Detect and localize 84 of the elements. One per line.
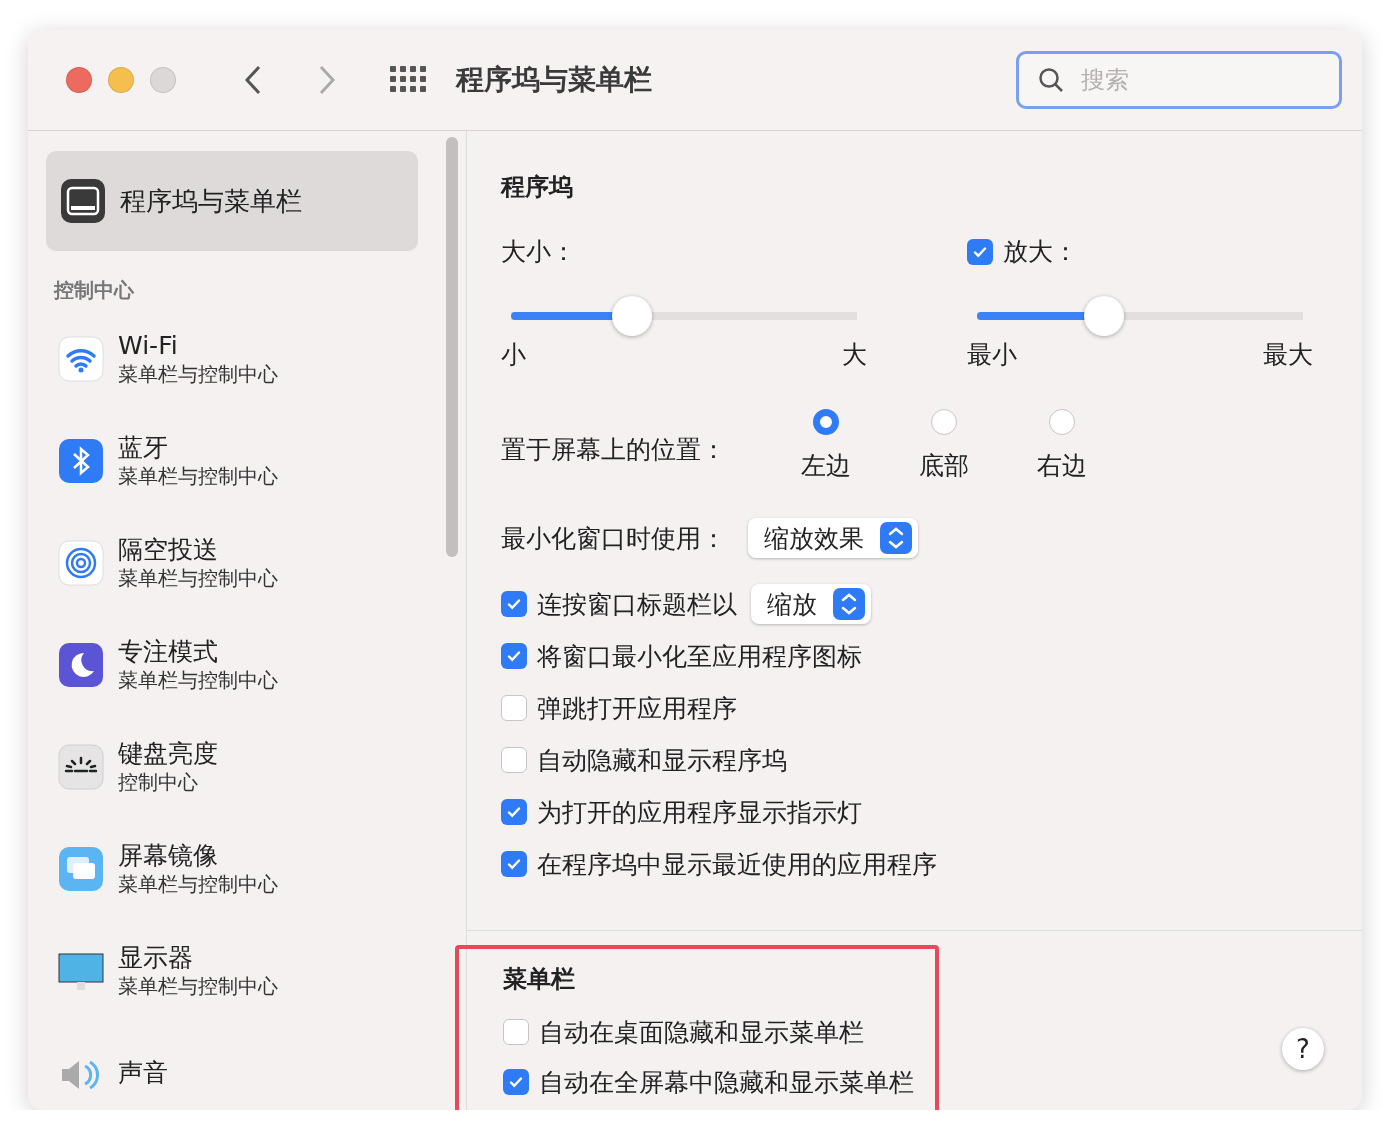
- item-subtitle: 控制中心: [118, 769, 199, 795]
- checkbox[interactable]: [501, 695, 527, 721]
- checkbox[interactable]: [501, 851, 527, 877]
- slider-thumb[interactable]: [612, 296, 653, 336]
- radio-label: 左边: [801, 450, 851, 482]
- checkbox[interactable]: [503, 1069, 529, 1095]
- item-title: 专注模式: [118, 637, 219, 667]
- min-label: 小: [501, 339, 526, 371]
- item-title: 显示器: [118, 943, 194, 973]
- sidebar-item[interactable]: 隔空投送 菜单栏与控制中心: [46, 512, 418, 614]
- checkbox-label: 连按窗口标题栏以: [537, 588, 737, 621]
- grid-icon[interactable]: [390, 66, 428, 94]
- radio-button[interactable]: [813, 409, 839, 435]
- sidebar-item[interactable]: Wi-Fi 菜单栏与控制中心: [46, 308, 418, 410]
- item-subtitle: 菜单栏与控制中心: [118, 463, 278, 489]
- checkbox-label: 为打开的应用程序显示指示灯: [537, 796, 862, 829]
- brightness-icon: [58, 744, 104, 790]
- checkbox-label: 放大：: [1003, 236, 1078, 268]
- checkbox[interactable]: [501, 591, 527, 617]
- section-title: 菜单栏: [503, 964, 576, 995]
- sidebar-item[interactable]: 显示器 菜单栏与控制中心: [46, 920, 418, 1022]
- moon-icon: [58, 642, 104, 688]
- sidebar-item[interactable]: 屏幕镜像 菜单栏与控制中心: [46, 818, 418, 920]
- item-subtitle: 菜单栏与控制中心: [118, 667, 278, 693]
- radio-label: 底部: [919, 450, 969, 482]
- stepper-icon: [880, 522, 912, 554]
- radio-button[interactable]: [931, 409, 957, 435]
- sidebar-item[interactable]: 专注模式 菜单栏与控制中心: [46, 614, 418, 716]
- item-subtitle: 菜单栏与控制中心: [118, 361, 278, 387]
- radio-button[interactable]: [1049, 409, 1075, 435]
- checkbox-label: 在程序坞中显示最近使用的应用程序: [537, 848, 937, 881]
- field-label: 置于屏幕上的位置：: [501, 434, 726, 466]
- item-subtitle: 菜单栏与控制中心: [118, 565, 278, 591]
- checkmark-icon: [506, 856, 522, 872]
- radio-label: 右边: [1037, 450, 1087, 482]
- slider-label: 大小：: [501, 236, 577, 268]
- popup-menu[interactable]: 缩放效果: [748, 518, 918, 558]
- checkbox-label: 将窗口最小化至应用程序图标: [537, 640, 862, 673]
- checkbox-label: 自动在桌面隐藏和显示菜单栏: [539, 1016, 864, 1049]
- slider-thumb[interactable]: [1084, 296, 1125, 336]
- section-title: 控制中心: [54, 277, 135, 304]
- checkbox[interactable]: [503, 1019, 529, 1045]
- item-title: 隔空投送: [118, 535, 219, 565]
- checkmark-icon: [506, 596, 522, 612]
- bluetooth-icon: [58, 438, 104, 484]
- popup-menu[interactable]: 缩放: [751, 584, 871, 624]
- screens-icon: [58, 846, 104, 892]
- close-button[interactable]: [66, 67, 92, 93]
- item-title: 蓝牙: [118, 433, 169, 463]
- min-label: 最小: [967, 339, 1017, 371]
- sidebar-item[interactable]: 声音: [46, 1022, 418, 1110]
- item-subtitle: 菜单栏与控制中心: [118, 973, 278, 999]
- sidebar-item[interactable]: 程序坞与菜单栏: [46, 151, 418, 251]
- sidebar-item[interactable]: 键盘亮度 控制中心: [46, 716, 418, 818]
- checkbox[interactable]: [501, 799, 527, 825]
- item-title: 屏幕镜像: [118, 841, 219, 871]
- scrollbar-thumb[interactable]: [446, 137, 458, 557]
- minimize-button[interactable]: [108, 67, 134, 93]
- checkbox[interactable]: [501, 747, 527, 773]
- checkmark-icon: [506, 648, 522, 664]
- checkbox[interactable]: [501, 643, 527, 669]
- search-field[interactable]: 搜索: [1016, 51, 1342, 109]
- item-subtitle: 菜单栏与控制中心: [118, 871, 278, 897]
- dock-icon: [60, 178, 106, 224]
- window-title: 程序坞与菜单栏: [456, 62, 652, 98]
- search-icon: [1038, 67, 1064, 93]
- max-label: 最大: [1263, 339, 1313, 371]
- help-button[interactable]: ?: [1282, 1028, 1324, 1070]
- field-label: 最小化窗口时使用：: [501, 522, 726, 555]
- item-title: 键盘亮度: [118, 739, 218, 769]
- item-title: 声音: [118, 1058, 168, 1088]
- section-title: 程序坞: [501, 172, 574, 203]
- concentric-rings-icon: [58, 540, 104, 586]
- checkmark-icon: [508, 1074, 524, 1090]
- checkbox-label: 自动在全屏幕中隐藏和显示菜单栏: [539, 1066, 914, 1099]
- sidebar-item[interactable]: 蓝牙 菜单栏与控制中心: [46, 410, 418, 512]
- max-label: 大: [842, 339, 867, 371]
- wifi-icon: [58, 336, 104, 382]
- checkbox-label: 自动隐藏和显示程序坞: [537, 744, 787, 777]
- checkmark-icon: [506, 804, 522, 820]
- stepper-icon: [833, 588, 865, 620]
- item-title: Wi-Fi: [118, 331, 179, 361]
- checkbox-label: 弹跳打开应用程序: [537, 692, 737, 725]
- checkbox[interactable]: [967, 238, 993, 265]
